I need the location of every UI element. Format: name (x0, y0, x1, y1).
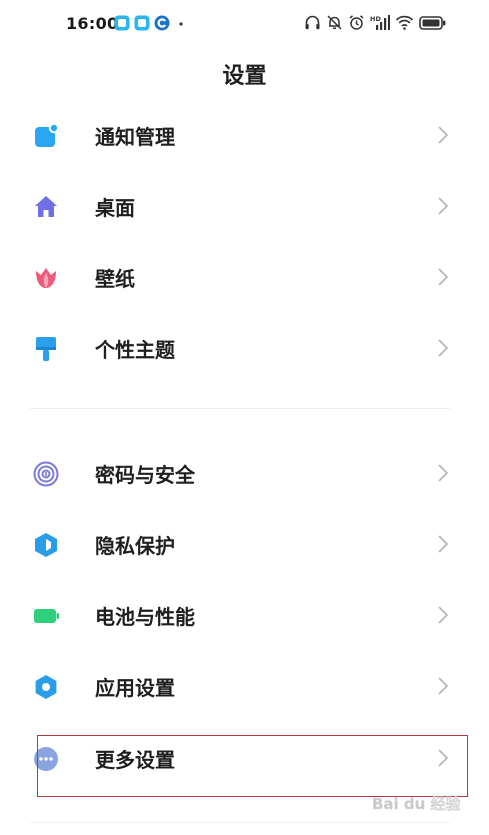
status-right-icons: HD (304, 14, 447, 31)
hd-signal-icon: HD (370, 15, 390, 30)
app-notification-icon (114, 15, 130, 31)
mute-bell-icon (327, 15, 342, 30)
battery-icon (419, 15, 446, 30)
section-divider (30, 408, 450, 409)
chevron-right-icon (438, 126, 449, 144)
home-icon (35, 196, 57, 217)
chevron-right-icon (438, 749, 449, 767)
settings-item-label: 隐私保护 (95, 534, 175, 558)
settings-item-label: 应用设置 (95, 676, 175, 700)
watermark-text: Bai du 经验 (372, 795, 462, 813)
baidu-jingyan-watermark: Bai du 经验 (372, 795, 462, 813)
sync-app-icon (154, 15, 170, 31)
chevron-right-icon (438, 339, 449, 357)
fingerprint-icon (33, 461, 59, 487)
settings-item-battery-performance[interactable]: 电池与性能 (0, 584, 489, 646)
more-dot-icon (179, 22, 183, 26)
settings-item-label: 更多设置 (95, 748, 175, 772)
page-title: 设置 (222, 64, 267, 89)
chevron-right-icon (438, 606, 449, 624)
more-icon (34, 747, 58, 771)
settings-item-label: 壁纸 (95, 267, 135, 291)
status-time: 16:00 (66, 14, 119, 33)
settings-item-themes[interactable]: 个性主题 (0, 317, 489, 379)
chevron-right-icon (438, 535, 449, 553)
privacy-shield-icon (35, 533, 57, 557)
battery-performance-icon (34, 609, 59, 623)
wifi-icon (395, 15, 414, 30)
settings-item-password-security[interactable]: 密码与安全 (0, 442, 489, 504)
chevron-right-icon (438, 677, 449, 695)
chevron-right-icon (438, 197, 449, 215)
alarm-icon (349, 15, 364, 30)
chevron-right-icon (438, 268, 449, 286)
tulip-icon (36, 268, 56, 288)
settings-item-label: 电池与性能 (95, 605, 195, 629)
settings-item-label: 通知管理 (95, 125, 175, 149)
settings-item-app-settings[interactable]: 应用设置 (0, 655, 489, 717)
settings-item-label: 密码与安全 (95, 463, 195, 487)
status-bar: 16:00 HD (0, 0, 489, 48)
gear-icon (35, 675, 57, 699)
settings-item-desktop[interactable]: 桌面 (0, 175, 489, 237)
bottom-divider (30, 822, 450, 823)
notification-icons (114, 15, 186, 31)
notification-icon (35, 123, 59, 147)
app-notification-icon (134, 15, 150, 31)
settings-item-notification[interactable]: 通知管理 (0, 104, 489, 166)
settings-item-more-settings[interactable]: 更多设置 (0, 727, 489, 789)
chevron-right-icon (438, 464, 449, 482)
settings-item-label: 个性主题 (95, 338, 175, 362)
settings-item-privacy[interactable]: 隐私保护 (0, 513, 489, 575)
settings-item-label: 桌面 (95, 196, 135, 220)
hd-label: HD (370, 15, 381, 23)
brush-icon (36, 337, 56, 361)
settings-item-wallpaper[interactable]: 壁纸 (0, 246, 489, 308)
headphones-icon (305, 15, 320, 30)
